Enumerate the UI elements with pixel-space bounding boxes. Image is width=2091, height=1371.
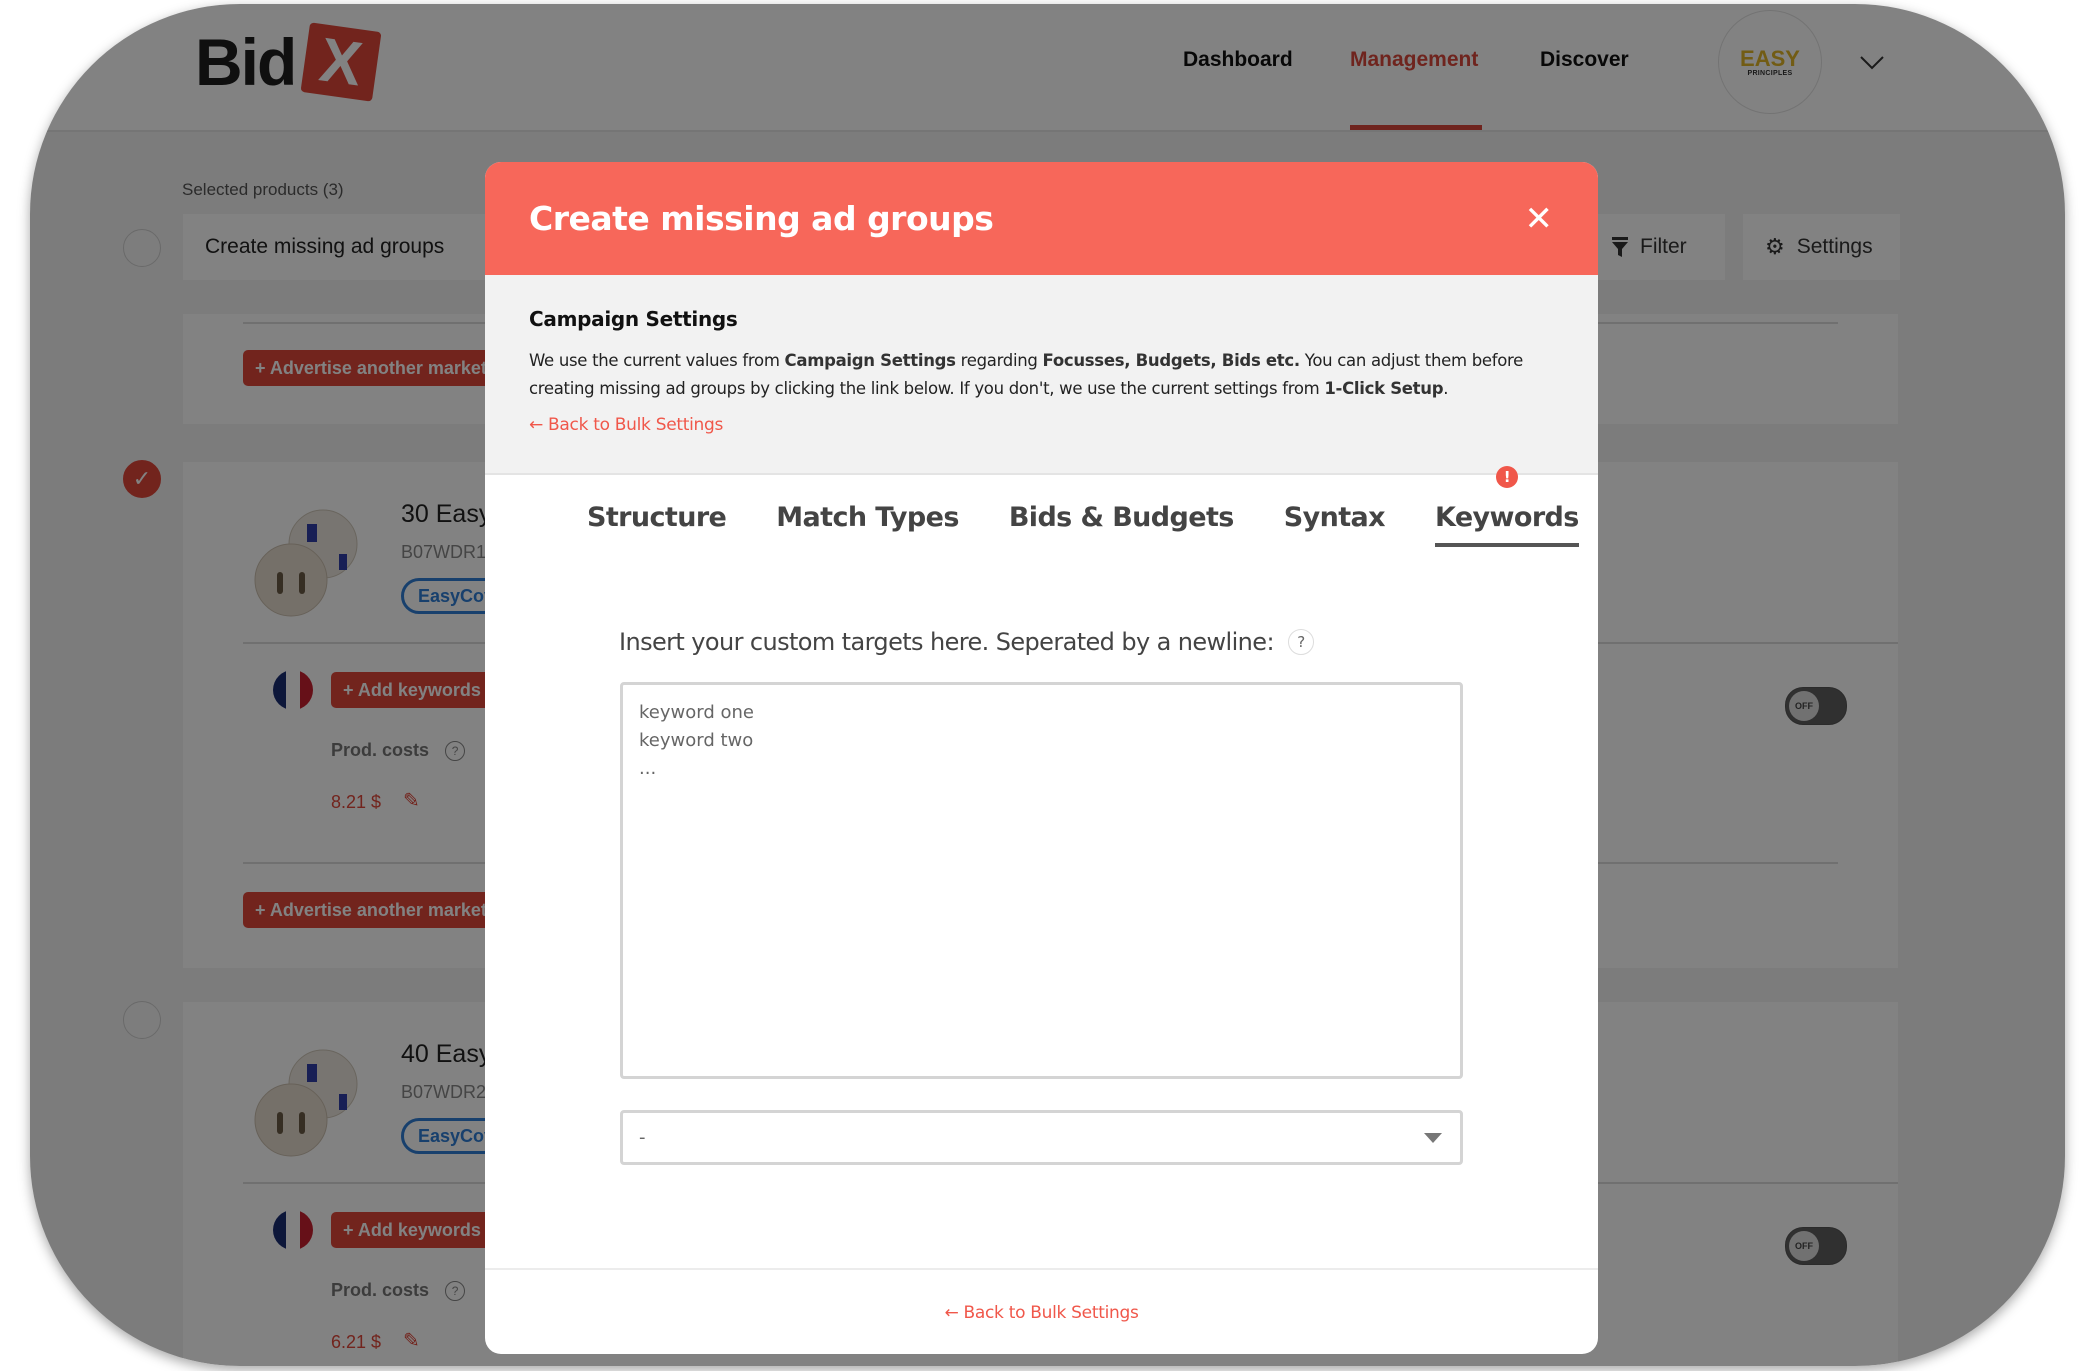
help-icon[interactable]: ?: [1287, 629, 1314, 655]
tab-structure[interactable]: Structure: [587, 502, 727, 547]
alert-icon: !: [1495, 466, 1518, 488]
campaign-settings-info: Campaign Settings We use the current val…: [485, 275, 1598, 475]
caret-down-icon: [1424, 1132, 1442, 1143]
tab-keywords[interactable]: ! Keywords: [1434, 466, 1579, 547]
tab-label: Keywords: [1434, 502, 1579, 533]
tab-label: Match Types: [776, 502, 959, 533]
modal-title: Create missing ad groups: [529, 199, 994, 238]
settings-tabs: Structure Match Types Bids & Budgets Syn…: [587, 466, 1579, 547]
tab-syntax[interactable]: Syntax: [1283, 502, 1386, 547]
tab-label: Structure: [587, 502, 727, 533]
info-title: Campaign Settings: [529, 307, 738, 331]
info-text-segment: regarding: [955, 351, 1043, 370]
info-text-segment: .: [1443, 379, 1449, 398]
keywords-textarea[interactable]: [620, 682, 1463, 1079]
tab-bids-budgets[interactable]: Bids & Budgets: [1008, 502, 1235, 547]
tab-label: Syntax: [1283, 502, 1386, 533]
info-text-emphasis: Focusses, Budgets, Bids etc.: [1042, 351, 1301, 370]
info-text-emphasis: Campaign Settings: [784, 351, 956, 370]
keywords-select[interactable]: -: [620, 1110, 1463, 1165]
tab-match-types[interactable]: Match Types: [776, 502, 959, 547]
modal-footer: ← Back to Bulk Settings: [485, 1268, 1598, 1354]
tab-label: Bids & Budgets: [1008, 502, 1235, 533]
info-text: We use the current values from Campaign …: [529, 347, 1554, 403]
keywords-field-label: Insert your custom targets here. Seperat…: [619, 628, 1314, 656]
back-to-bulk-settings-link[interactable]: ← Back to Bulk Settings: [529, 415, 723, 435]
info-text-emphasis: 1-Click Setup: [1324, 379, 1444, 398]
footer-back-to-bulk-settings-link[interactable]: ← Back to Bulk Settings: [944, 1303, 1138, 1323]
select-value: -: [639, 1127, 646, 1148]
keywords-label-text: Insert your custom targets here. Seperat…: [619, 628, 1275, 656]
create-ad-groups-modal: Create missing ad groups ✕ Campaign Sett…: [485, 162, 1598, 1354]
info-text-segment: We use the current values from: [529, 351, 785, 370]
modal-header: Create missing ad groups ✕: [485, 162, 1598, 275]
close-icon[interactable]: ✕: [1525, 199, 1554, 239]
